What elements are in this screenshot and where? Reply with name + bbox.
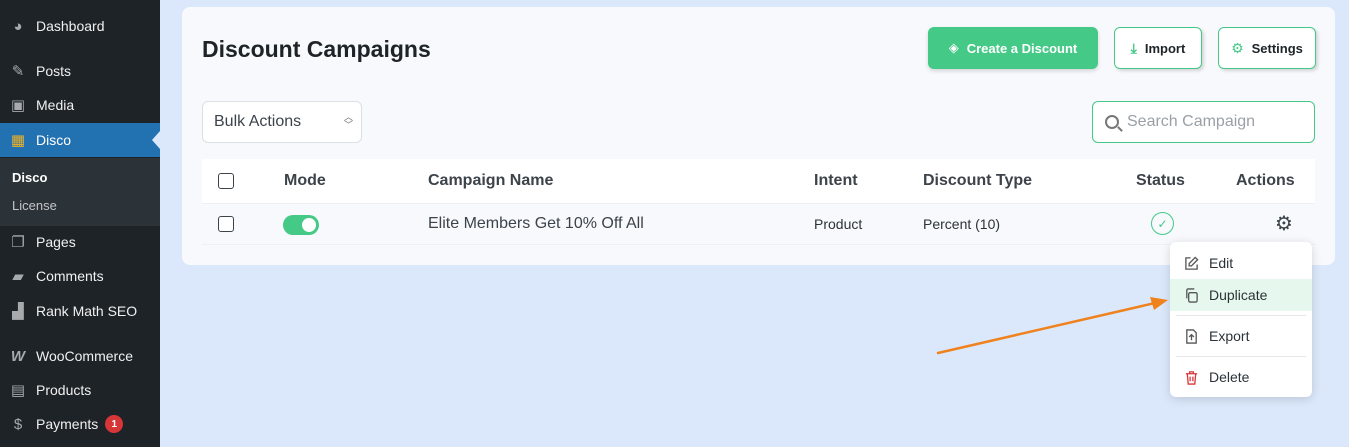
create-discount-label: Create a Discount <box>966 40 1078 56</box>
mode-toggle[interactable] <box>283 215 319 235</box>
sidebar-item-label: Posts <box>36 63 72 79</box>
sidebar-item-payments[interactable]: $ Payments 1 <box>0 407 160 441</box>
sidebar-item-label: Dashboard <box>36 18 105 34</box>
rank-math-icon: ▟ <box>12 303 24 320</box>
media-icon: ▣ <box>10 97 26 114</box>
dropdown-divider <box>1176 356 1306 357</box>
page-title: Discount Campaigns <box>202 36 431 62</box>
chevron-updown-icon: ︿ ﹀ <box>343 112 353 130</box>
duplicate-icon <box>1183 287 1199 303</box>
table-row: Elite Members Get 10% Off All Product Pe… <box>202 204 1315 245</box>
dropdown-item-export[interactable]: Export <box>1170 320 1312 352</box>
sidebar-item-label: Disco <box>36 132 72 148</box>
sidebar-item-media[interactable]: ▣ Media <box>0 88 160 122</box>
campaign-intent: Product <box>814 216 863 232</box>
campaign-discount-type: Percent (10) <box>923 216 1001 232</box>
sidebar-item-label: Comments <box>36 268 104 284</box>
sidebar-item-posts[interactable]: ✎ Posts <box>0 54 160 88</box>
woocommerce-icon: W <box>10 347 26 365</box>
dropdown-item-label: Edit <box>1209 255 1234 271</box>
disco-submenu: Disco License <box>0 158 160 226</box>
download-icon: ⤓ <box>1130 39 1137 56</box>
row-checkbox[interactable] <box>218 216 234 232</box>
dropdown-item-duplicate[interactable]: Duplicate <box>1170 279 1312 311</box>
sidebar-item-disco[interactable]: ▦ Disco <box>0 123 160 157</box>
bulk-actions-select[interactable]: Bulk Actions ︿ ﹀ <box>202 101 362 143</box>
sidebar-item-label: Rank Math SEO <box>36 303 138 319</box>
search-icon <box>1105 115 1119 129</box>
settings-label: Settings <box>1251 40 1303 56</box>
campaign-name[interactable]: Elite Members Get 10% Off All <box>428 215 644 233</box>
column-mode: Mode <box>284 172 326 189</box>
sidebar-item-label: Media <box>36 97 75 113</box>
sidebar-item-pages[interactable]: ❐ Pages <box>0 225 160 259</box>
sidebar-item-rank-math[interactable]: ▟ Rank Math SEO <box>0 294 160 328</box>
products-icon: ▤ <box>10 382 26 399</box>
sidebar-item-label: Pages <box>36 234 76 250</box>
gear-icon: ⚙ <box>1231 39 1244 56</box>
pages-icon: ❐ <box>11 234 25 251</box>
payments-icon: $ <box>13 415 23 433</box>
import-label: Import <box>1144 40 1186 56</box>
bulk-actions-label: Bulk Actions <box>214 113 302 130</box>
comment-icon: ▰ <box>12 268 24 285</box>
notification-badge: 1 <box>105 415 124 433</box>
status-check-icon: ✓ <box>1151 212 1174 235</box>
dashboard-icon: ◕ <box>13 17 23 35</box>
import-button[interactable]: ⤓ Import <box>1114 27 1202 69</box>
export-icon <box>1183 328 1199 344</box>
admin-sidebar: ◕ Dashboard ✎ Posts ▣ Media ▦ Disco Disc… <box>0 0 160 447</box>
disco-icon: ▦ <box>10 132 26 149</box>
dropdown-item-label: Delete <box>1209 369 1250 385</box>
column-campaign-name: Campaign Name <box>428 172 554 189</box>
dropdown-item-label: Export <box>1209 328 1250 344</box>
trash-icon <box>1183 369 1199 385</box>
select-all-checkbox[interactable] <box>218 173 234 189</box>
column-intent: Intent <box>814 172 858 189</box>
submenu-item-disco[interactable]: Disco <box>12 170 47 185</box>
campaigns-card: Discount Campaigns ◈ Create a Discount ⤓… <box>182 7 1335 265</box>
pin-icon: ✎ <box>11 63 25 80</box>
sidebar-item-label: WooCommerce <box>36 348 133 364</box>
sidebar-item-label: Payments <box>36 416 99 432</box>
dropdown-item-delete[interactable]: Delete <box>1170 361 1312 393</box>
sidebar-item-comments[interactable]: ▰ Comments <box>0 259 160 293</box>
sidebar-item-woocommerce[interactable]: W WooCommerce <box>0 339 160 373</box>
table-header: Mode Campaign Name Intent Discount Type … <box>202 159 1315 204</box>
settings-button[interactable]: ⚙ Settings <box>1218 27 1316 69</box>
create-discount-button[interactable]: ◈ Create a Discount <box>928 27 1098 69</box>
submenu-item-license[interactable]: License <box>12 198 57 213</box>
edit-icon <box>1183 255 1199 271</box>
actions-dropdown: Edit Duplicate Export Delete <box>1170 242 1312 397</box>
search-box <box>1092 101 1315 143</box>
actions-gear-icon[interactable]: ⚙ <box>1273 213 1295 235</box>
sidebar-item-label: Products <box>36 382 92 398</box>
sidebar-item-dashboard[interactable]: ◕ Dashboard <box>0 9 160 43</box>
column-actions: Actions <box>1236 172 1295 189</box>
dropdown-item-edit[interactable]: Edit <box>1170 247 1312 279</box>
active-indicator <box>152 131 160 149</box>
column-discount-type: Discount Type <box>923 172 1033 189</box>
search-input[interactable] <box>1127 113 1307 131</box>
layers-icon: ◈ <box>948 40 959 55</box>
column-status: Status <box>1136 172 1185 189</box>
dropdown-divider <box>1176 315 1306 316</box>
dropdown-item-label: Duplicate <box>1209 287 1268 303</box>
sidebar-item-products[interactable]: ▤ Products <box>0 373 160 407</box>
